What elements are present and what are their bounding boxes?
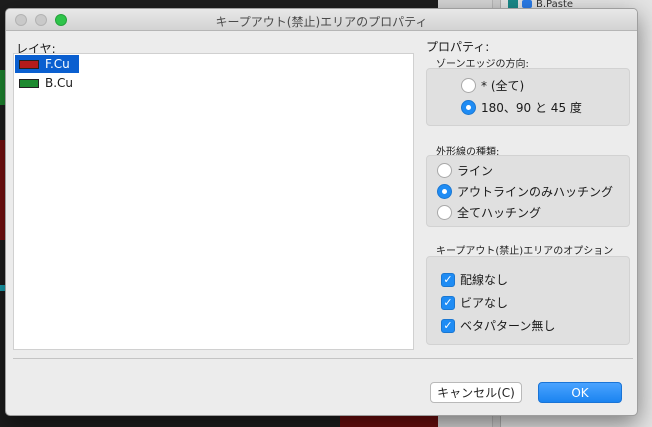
option-label: ビアなし	[460, 296, 509, 310]
layer-item-b-cu[interactable]: B.Cu	[15, 74, 73, 92]
layer-color-swatch	[508, 0, 518, 8]
option-label: 全てハッチング	[457, 206, 542, 220]
outline-style-group: ライン アウトラインのみハッチング 全てハッチング	[426, 155, 630, 227]
zone-direction-group: * (全て) 180、90 と 45 度	[426, 68, 630, 126]
option-label: 180、90 と 45 度	[481, 101, 582, 115]
layer-list[interactable]: F.Cu B.Cu	[13, 53, 414, 350]
outline-full-hatch-option[interactable]: 全てハッチング	[437, 204, 541, 221]
layer-name: F.Cu	[45, 57, 70, 71]
properties-label: プロパティ:	[426, 40, 490, 54]
layer-item-f-cu[interactable]: F.Cu	[15, 55, 79, 73]
no-tracks-option[interactable]: ✓ 配線なし	[441, 271, 508, 288]
zone-direction-180-90-45-option[interactable]: 180、90 と 45 度	[461, 99, 582, 116]
no-copper-pour-option[interactable]: ✓ ベタパターン無し	[441, 317, 555, 334]
checkbox-checked[interactable]: ✓	[441, 272, 455, 287]
separator	[13, 358, 633, 359]
layer-visibility-checkbox	[522, 0, 532, 8]
outline-hatch-outline-option[interactable]: アウトラインのみハッチング	[437, 183, 613, 200]
keepout-properties-dialog: キープアウト(禁止)エリアのプロパティ レイヤ: F.Cu B.Cu プロパティ…	[5, 8, 638, 416]
window-title: キープアウト(禁止)エリアのプロパティ	[215, 15, 428, 29]
ok-button[interactable]: OK	[538, 382, 622, 403]
layer-peek-row: B.Paste	[508, 0, 573, 10]
radio-button[interactable]	[437, 163, 452, 178]
radio-button[interactable]	[437, 184, 452, 199]
layer-name: B.Cu	[45, 76, 74, 90]
outline-line-option[interactable]: ライン	[437, 162, 493, 179]
keepout-options-label: キープアウト(禁止)エリアのオプション	[436, 246, 614, 257]
zone-direction-all-option[interactable]: * (全て)	[461, 77, 524, 94]
checkbox-checked[interactable]: ✓	[441, 318, 455, 333]
option-label: アウトラインのみハッチング	[457, 185, 614, 199]
no-vias-option[interactable]: ✓ ビアなし	[441, 294, 508, 311]
checkbox-checked[interactable]: ✓	[441, 295, 455, 310]
title-bar[interactable]: キープアウト(禁止)エリアのプロパティ	[6, 9, 637, 31]
keepout-options-group: ✓ 配線なし ✓ ビアなし ✓ ベタパターン無し	[426, 256, 630, 345]
radio-button[interactable]	[437, 205, 452, 220]
radio-button[interactable]	[461, 78, 476, 93]
layer-color-swatch	[19, 59, 39, 69]
bg-bottom-strip	[340, 416, 438, 427]
cancel-button[interactable]: キャンセル(C)	[430, 382, 522, 403]
option-label: ライン	[457, 164, 494, 178]
layer-color-swatch	[19, 78, 39, 88]
option-label: 配線なし	[460, 273, 509, 287]
option-label: ベタパターン無し	[460, 319, 556, 333]
radio-button[interactable]	[461, 100, 476, 115]
option-label: * (全て)	[481, 79, 525, 93]
